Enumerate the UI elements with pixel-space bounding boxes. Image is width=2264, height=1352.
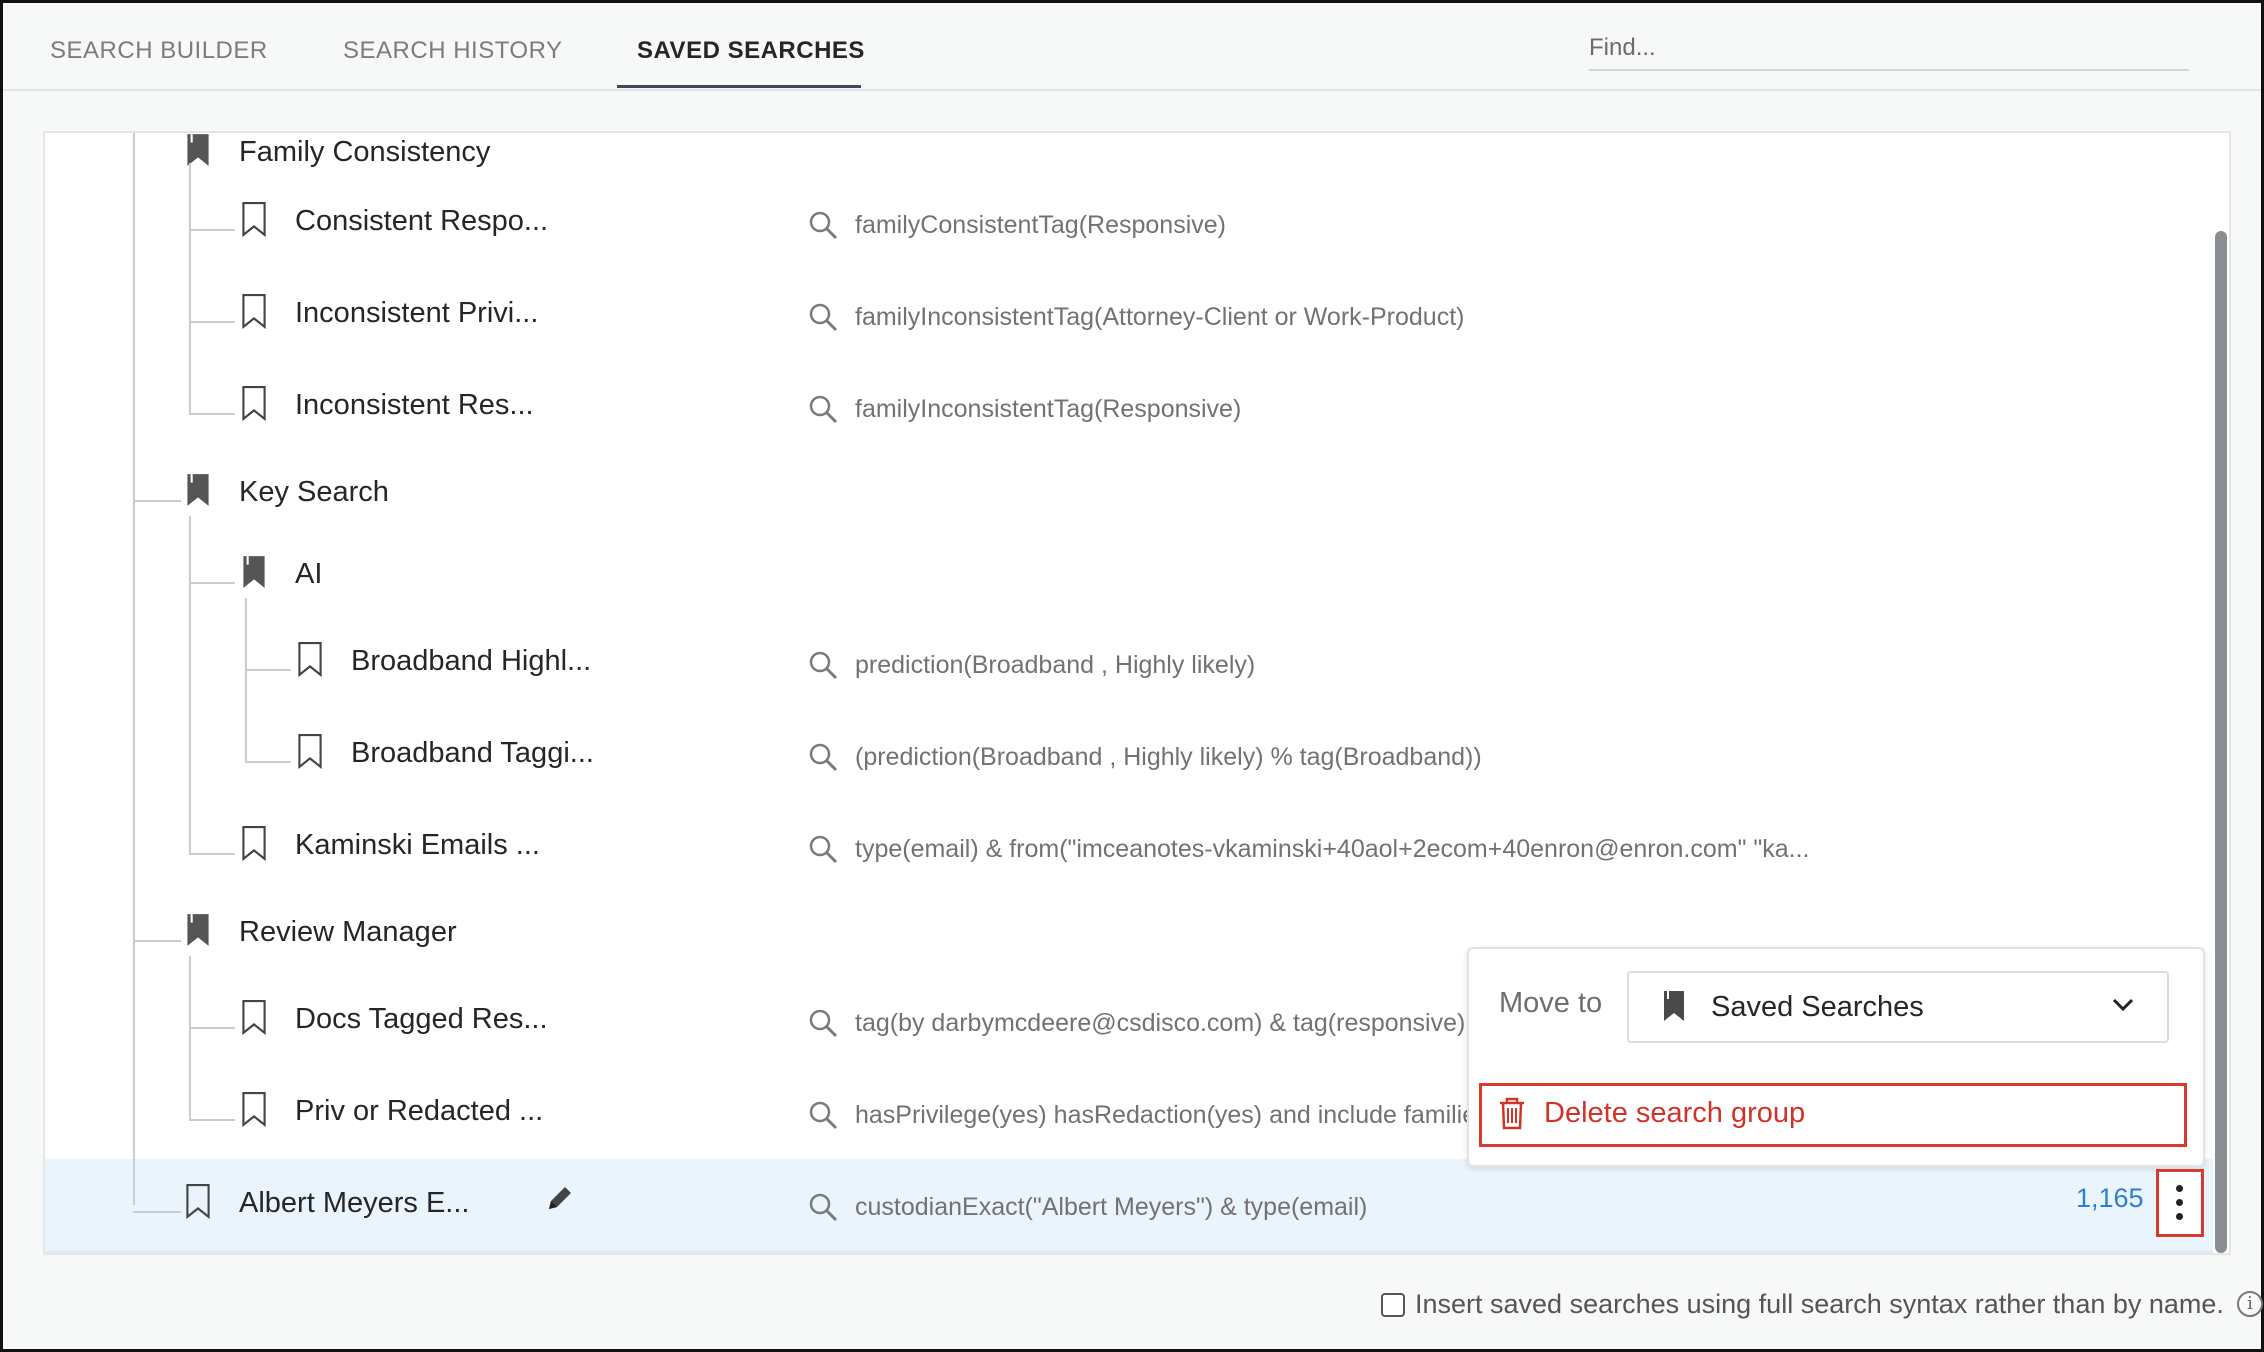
search-name: Docs Tagged Res... — [295, 1003, 548, 1035]
search-query: (prediction(Broadband , Highly likely) %… — [855, 743, 1482, 771]
search-name: Key Search — [239, 476, 389, 508]
search-icon — [807, 741, 839, 773]
move-to-select[interactable]: Saved Searches — [1627, 971, 2169, 1043]
search-query: custodianExact("Albert Meyers") & type(e… — [855, 1193, 1368, 1221]
tree-connector — [189, 163, 191, 413]
find-input[interactable] — [1589, 27, 2189, 71]
delete-search-group-label: Delete search group — [1544, 1097, 1806, 1129]
tab-search-history[interactable]: SEARCH HISTORY — [343, 37, 563, 65]
search-icon — [807, 393, 839, 425]
bookmark-outline-icon — [185, 1183, 210, 1220]
info-icon[interactable]: i — [2237, 1291, 2263, 1317]
search-query: prediction(Broadband , Highly likely) — [855, 651, 1256, 679]
saved-search-row[interactable]: Albert Meyers E... custodianExact("Albert… — [45, 1159, 2213, 1253]
search-group-row[interactable]: Family Consistency — [45, 133, 2213, 179]
tab-bar: SEARCH BUILDER SEARCH HISTORY SAVED SEAR… — [3, 3, 2261, 91]
tree-connector — [133, 1211, 181, 1213]
tree-connector — [189, 321, 235, 323]
tree-connector — [189, 516, 191, 853]
tree-connector — [245, 761, 291, 763]
tree-connector — [133, 133, 135, 1205]
bookmark-outline-icon — [241, 1091, 266, 1128]
search-name: Inconsistent Privi... — [295, 297, 539, 329]
saved-search-row[interactable]: Broadband Taggi... (prediction(Broadband … — [45, 709, 2213, 803]
search-query: familyInconsistentTag(Attorney-Client or… — [855, 303, 1465, 331]
tree-connector — [189, 853, 235, 855]
bookmark-filled-icon — [185, 133, 209, 166]
search-icon — [807, 833, 839, 865]
tree-connector — [189, 229, 235, 231]
move-to-value: Saved Searches — [1711, 991, 1924, 1023]
search-name: Priv or Redacted ... — [295, 1095, 544, 1127]
tab-saved-searches[interactable]: SAVED SEARCHES — [637, 37, 865, 65]
search-query: hasPrivilege(yes) hasRedaction(yes) and … — [855, 1101, 1477, 1129]
search-query: familyInconsistentTag(Responsive) — [855, 395, 1242, 423]
tab-search-builder[interactable]: SEARCH BUILDER — [50, 37, 268, 65]
bookmark-filled-icon — [185, 912, 209, 946]
search-name: AI — [295, 558, 323, 590]
full-syntax-label: Insert saved searches using full search … — [1415, 1289, 2224, 1319]
bookmark-outline-icon — [297, 733, 322, 770]
saved-searches-window: SEARCH BUILDER SEARCH HISTORY SAVED SEAR… — [0, 0, 2264, 1352]
search-icon — [807, 1007, 839, 1039]
move-to-label: Move to — [1499, 987, 1603, 1019]
bookmark-outline-icon — [241, 999, 266, 1036]
tree-connector — [189, 1027, 235, 1029]
tree-connector — [133, 940, 181, 942]
trash-icon — [1500, 1097, 1524, 1130]
saved-search-row[interactable]: Inconsistent Res... familyInconsistentTag… — [45, 361, 2213, 455]
search-query: familyConsistentTag(Responsive) — [855, 211, 1226, 239]
tree-connector — [133, 500, 181, 502]
search-query: tag(by darbymcdeere@csdisco.com) & tag(r… — [855, 1009, 1466, 1037]
search-name: Inconsistent Res... — [295, 389, 534, 421]
bookmark-filled-icon — [241, 554, 265, 588]
bookmark-outline-icon — [241, 385, 266, 422]
tree-connector — [245, 598, 247, 761]
search-name: Broadband Highl... — [351, 645, 592, 677]
active-tab-indicator — [617, 85, 861, 88]
search-name: Albert Meyers E... — [239, 1187, 470, 1219]
search-name: Broadband Taggi... — [351, 737, 594, 769]
search-name: Kaminski Emails ... — [295, 829, 540, 861]
scrollbar-thumb[interactable] — [2215, 231, 2227, 1253]
search-name: Review Manager — [239, 916, 457, 948]
search-icon — [807, 209, 839, 241]
saved-search-row[interactable]: Consistent Respo... familyConsistentTag(R… — [45, 177, 2213, 271]
search-icon — [807, 1191, 839, 1223]
tree-connector — [245, 669, 291, 671]
chevron-down-icon — [2112, 998, 2134, 1012]
tree-connector — [189, 956, 191, 1119]
bookmark-filled-icon — [185, 472, 209, 506]
search-icon — [807, 1099, 839, 1131]
bookmark-outline-icon — [241, 201, 266, 238]
tree-connector — [189, 582, 235, 584]
full-syntax-checkbox[interactable] — [1381, 1293, 1405, 1317]
search-name: Family Consistency — [239, 136, 491, 168]
search-query: type(email) & from("imceanotes-vkaminski… — [855, 835, 1810, 863]
saved-search-row[interactable]: Inconsistent Privi... familyInconsistentT… — [45, 269, 2213, 363]
bookmark-outline-icon — [241, 825, 266, 862]
saved-search-row[interactable]: Kaminski Emails ... type(email) & from("i… — [45, 801, 2213, 895]
row-actions-menu: Move to Saved Searches Delete search gro… — [1467, 947, 2205, 1167]
pencil-icon[interactable] — [545, 1183, 575, 1218]
more-actions-button[interactable] — [2156, 1169, 2204, 1237]
result-count-link[interactable]: 1,165 — [2076, 1183, 2144, 1214]
bookmark-filled-icon — [1664, 991, 1684, 1021]
search-name: Consistent Respo... — [295, 205, 549, 237]
search-icon — [807, 301, 839, 333]
delete-search-group-button[interactable]: Delete search group — [1479, 1083, 2187, 1147]
tree-connector — [189, 1119, 235, 1121]
search-icon — [807, 649, 839, 681]
bookmark-outline-icon — [241, 293, 266, 330]
search-group-row[interactable]: AI — [45, 535, 2213, 619]
search-group-row[interactable]: Key Search — [45, 453, 2213, 537]
saved-search-row[interactable]: Broadband Highl... prediction(Broadband ,… — [45, 617, 2213, 711]
bookmark-outline-icon — [297, 641, 322, 678]
tree-connector — [189, 413, 235, 415]
